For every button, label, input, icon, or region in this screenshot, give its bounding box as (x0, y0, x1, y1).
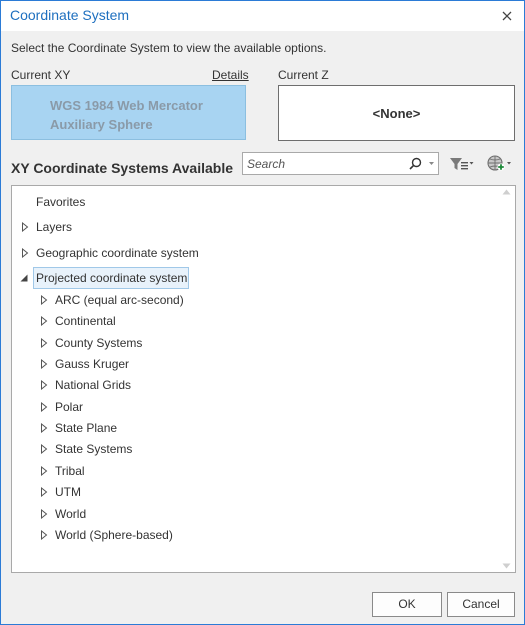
filter-icon (450, 158, 474, 170)
tree-item-projected-child[interactable]: Tribal (55, 461, 85, 481)
filter-button[interactable] (447, 152, 475, 175)
search-input[interactable] (247, 155, 397, 172)
expand-arrow-icon[interactable] (39, 509, 49, 519)
add-coordinate-system-button[interactable] (484, 152, 514, 175)
current-xy-box[interactable]: WGS 1984 Web Mercator Auxiliary Sphere (11, 85, 246, 140)
tree-item-projected-child[interactable]: World (Sphere-based) (55, 525, 173, 545)
details-link[interactable]: Details (212, 68, 249, 82)
ok-button[interactable]: OK (372, 592, 442, 617)
tree-item-projected-child[interactable]: State Systems (55, 439, 132, 459)
expand-arrow-icon[interactable] (39, 423, 49, 433)
search-box[interactable] (242, 152, 439, 175)
collapse-arrow-icon[interactable] (19, 273, 29, 283)
search-dropdown-icon[interactable] (428, 157, 435, 175)
title-bar: Coordinate System (1, 1, 524, 31)
expand-arrow-icon[interactable] (39, 316, 49, 326)
tree-item-projected-child[interactable]: County Systems (55, 333, 142, 353)
tree-item-projected-child[interactable]: ARC (equal arc-second) (55, 290, 184, 310)
expand-arrow-icon[interactable] (39, 295, 49, 305)
xy-section-title: XY Coordinate Systems Available (11, 160, 234, 176)
current-z-value: <None> (372, 105, 421, 121)
tree-item-projected-child[interactable]: UTM (55, 482, 81, 502)
tree-item-projected-child[interactable]: National Grids (55, 375, 131, 395)
coordinate-system-dialog: Coordinate System Select the Coordinate … (0, 0, 525, 625)
current-xy-label: Current XY (11, 68, 71, 82)
tree-item-projected-child[interactable]: State Plane (55, 418, 117, 438)
tree-item-geographic[interactable]: Geographic coordinate system (36, 243, 199, 263)
expand-arrow-icon[interactable] (20, 222, 30, 232)
expand-arrow-icon[interactable] (39, 380, 49, 390)
close-icon (502, 11, 512, 21)
instructions-text: Select the Coordinate System to view the… (11, 41, 327, 55)
expand-arrow-icon[interactable] (20, 248, 30, 258)
expand-arrow-icon[interactable] (39, 487, 49, 497)
cancel-button[interactable]: Cancel (447, 592, 515, 617)
tree-item-projected[interactable]: Projected coordinate system (36, 268, 187, 288)
coordinate-system-tree[interactable]: Favorites Layers Geographic coordinate s… (11, 185, 516, 573)
tree-item-projected-child[interactable]: Continental (55, 311, 116, 331)
close-button[interactable] (496, 5, 518, 27)
expand-arrow-icon[interactable] (39, 402, 49, 412)
search-icon[interactable] (409, 157, 422, 175)
expand-arrow-icon[interactable] (39, 444, 49, 454)
expand-arrow-icon[interactable] (39, 338, 49, 348)
tree-item-projected-child[interactable]: Gauss Kruger (55, 354, 129, 374)
scroll-up-icon[interactable] (502, 189, 511, 195)
expand-arrow-icon[interactable] (39, 530, 49, 540)
expand-arrow-icon[interactable] (39, 466, 49, 476)
globe-add-icon (487, 155, 511, 171)
tree-item-layers[interactable]: Layers (36, 217, 72, 237)
current-xy-name-line2: Auxiliary Sphere (50, 117, 153, 132)
current-z-label: Current Z (278, 68, 329, 82)
expand-arrow-icon[interactable] (39, 359, 49, 369)
current-z-box[interactable]: <None> (278, 85, 515, 141)
scroll-down-icon[interactable] (502, 563, 511, 569)
dialog-title: Coordinate System (10, 7, 130, 23)
tree-item-projected-child[interactable]: Polar (55, 397, 83, 417)
tree-item-favorites[interactable]: Favorites (36, 192, 85, 212)
tree-item-projected-child[interactable]: World (55, 504, 86, 524)
current-xy-name-line1: WGS 1984 Web Mercator (50, 98, 203, 113)
